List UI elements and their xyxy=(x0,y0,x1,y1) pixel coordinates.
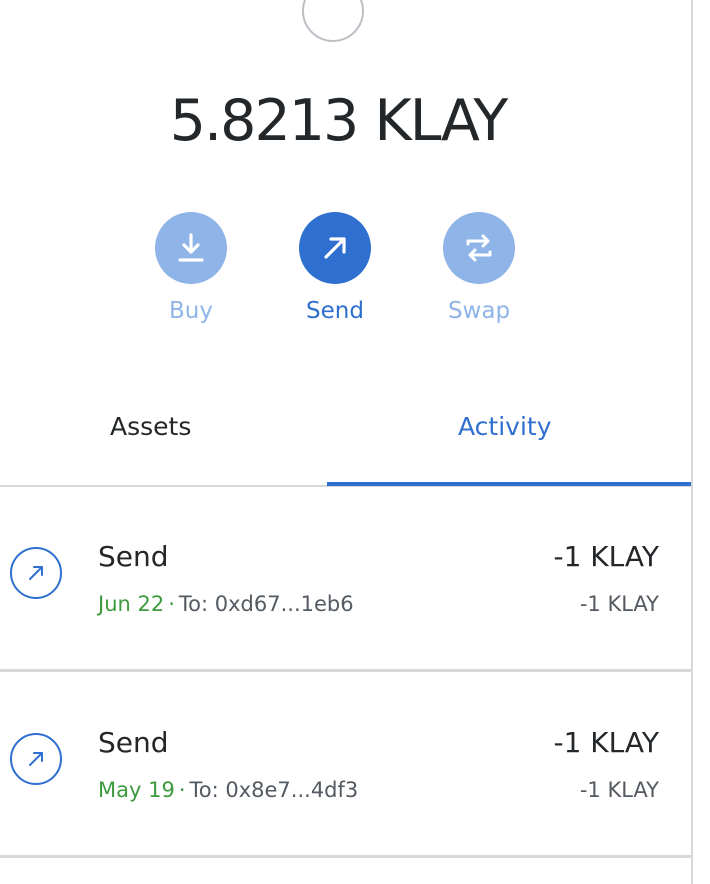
transaction-date: May 19 xyxy=(98,778,175,802)
arrow-up-right-icon xyxy=(324,237,346,259)
activity-list-item[interactable]: Send Jun 22 · To: 0xd67...1eb6 -1 KLAY -1 … xyxy=(0,488,691,670)
transaction-recipient: To: 0xd67...1eb6 xyxy=(178,592,354,616)
arrow-up-right-icon xyxy=(29,566,43,580)
transaction-meta: Jun 22 · To: 0xd67...1eb6 xyxy=(98,592,354,616)
list-divider xyxy=(0,669,691,672)
send-circle[interactable] xyxy=(299,212,371,284)
buy-button[interactable]: Buy xyxy=(131,212,251,324)
transaction-title: Send xyxy=(98,540,169,573)
transaction-recipient: To: 0x8e7...4df3 xyxy=(189,778,359,802)
panel-right-border xyxy=(691,0,693,884)
balance-amount: 5.8213 xyxy=(169,88,359,154)
transaction-title: Send xyxy=(98,726,169,759)
send-label: Send xyxy=(306,298,364,324)
activity-list-item[interactable]: Send May 19 · To: 0x8e7...4df3 -1 KLAY -1 … xyxy=(0,674,691,856)
transaction-date: Jun 22 xyxy=(98,592,165,616)
swap-circle[interactable] xyxy=(443,212,515,284)
balance-unit: KLAY xyxy=(374,88,508,154)
send-transaction-icon xyxy=(10,733,62,785)
transaction-secondary-amount: -1 KLAY xyxy=(579,778,659,802)
account-avatar[interactable] xyxy=(302,0,364,42)
send-button[interactable]: Send xyxy=(275,212,395,324)
transaction-secondary-amount: -1 KLAY xyxy=(579,592,659,616)
swap-label: Swap xyxy=(447,298,511,324)
arrow-up-right-icon xyxy=(29,752,43,766)
meta-separator: · xyxy=(168,592,175,616)
send-transaction-icon xyxy=(10,547,62,599)
transaction-amount: -1 KLAY xyxy=(553,540,659,573)
download-icon xyxy=(178,233,204,262)
active-tab-indicator xyxy=(327,482,692,486)
list-divider xyxy=(0,855,691,858)
transaction-meta: May 19 · To: 0x8e7...4df3 xyxy=(98,778,358,802)
swap-button[interactable]: Swap xyxy=(419,212,539,324)
swap-arrows-icon xyxy=(466,234,492,262)
wallet-panel: 5.8213 KLAY Buy Send Swap Assets Activit… xyxy=(0,0,692,884)
tab-activity[interactable]: Activity xyxy=(458,412,552,441)
buy-circle[interactable] xyxy=(155,212,227,284)
balance-display: 5.8213 KLAY xyxy=(0,88,676,154)
tab-assets[interactable]: Assets xyxy=(110,412,191,441)
meta-separator: · xyxy=(178,778,186,802)
transaction-amount: -1 KLAY xyxy=(553,726,659,759)
buy-label: Buy xyxy=(169,298,213,324)
